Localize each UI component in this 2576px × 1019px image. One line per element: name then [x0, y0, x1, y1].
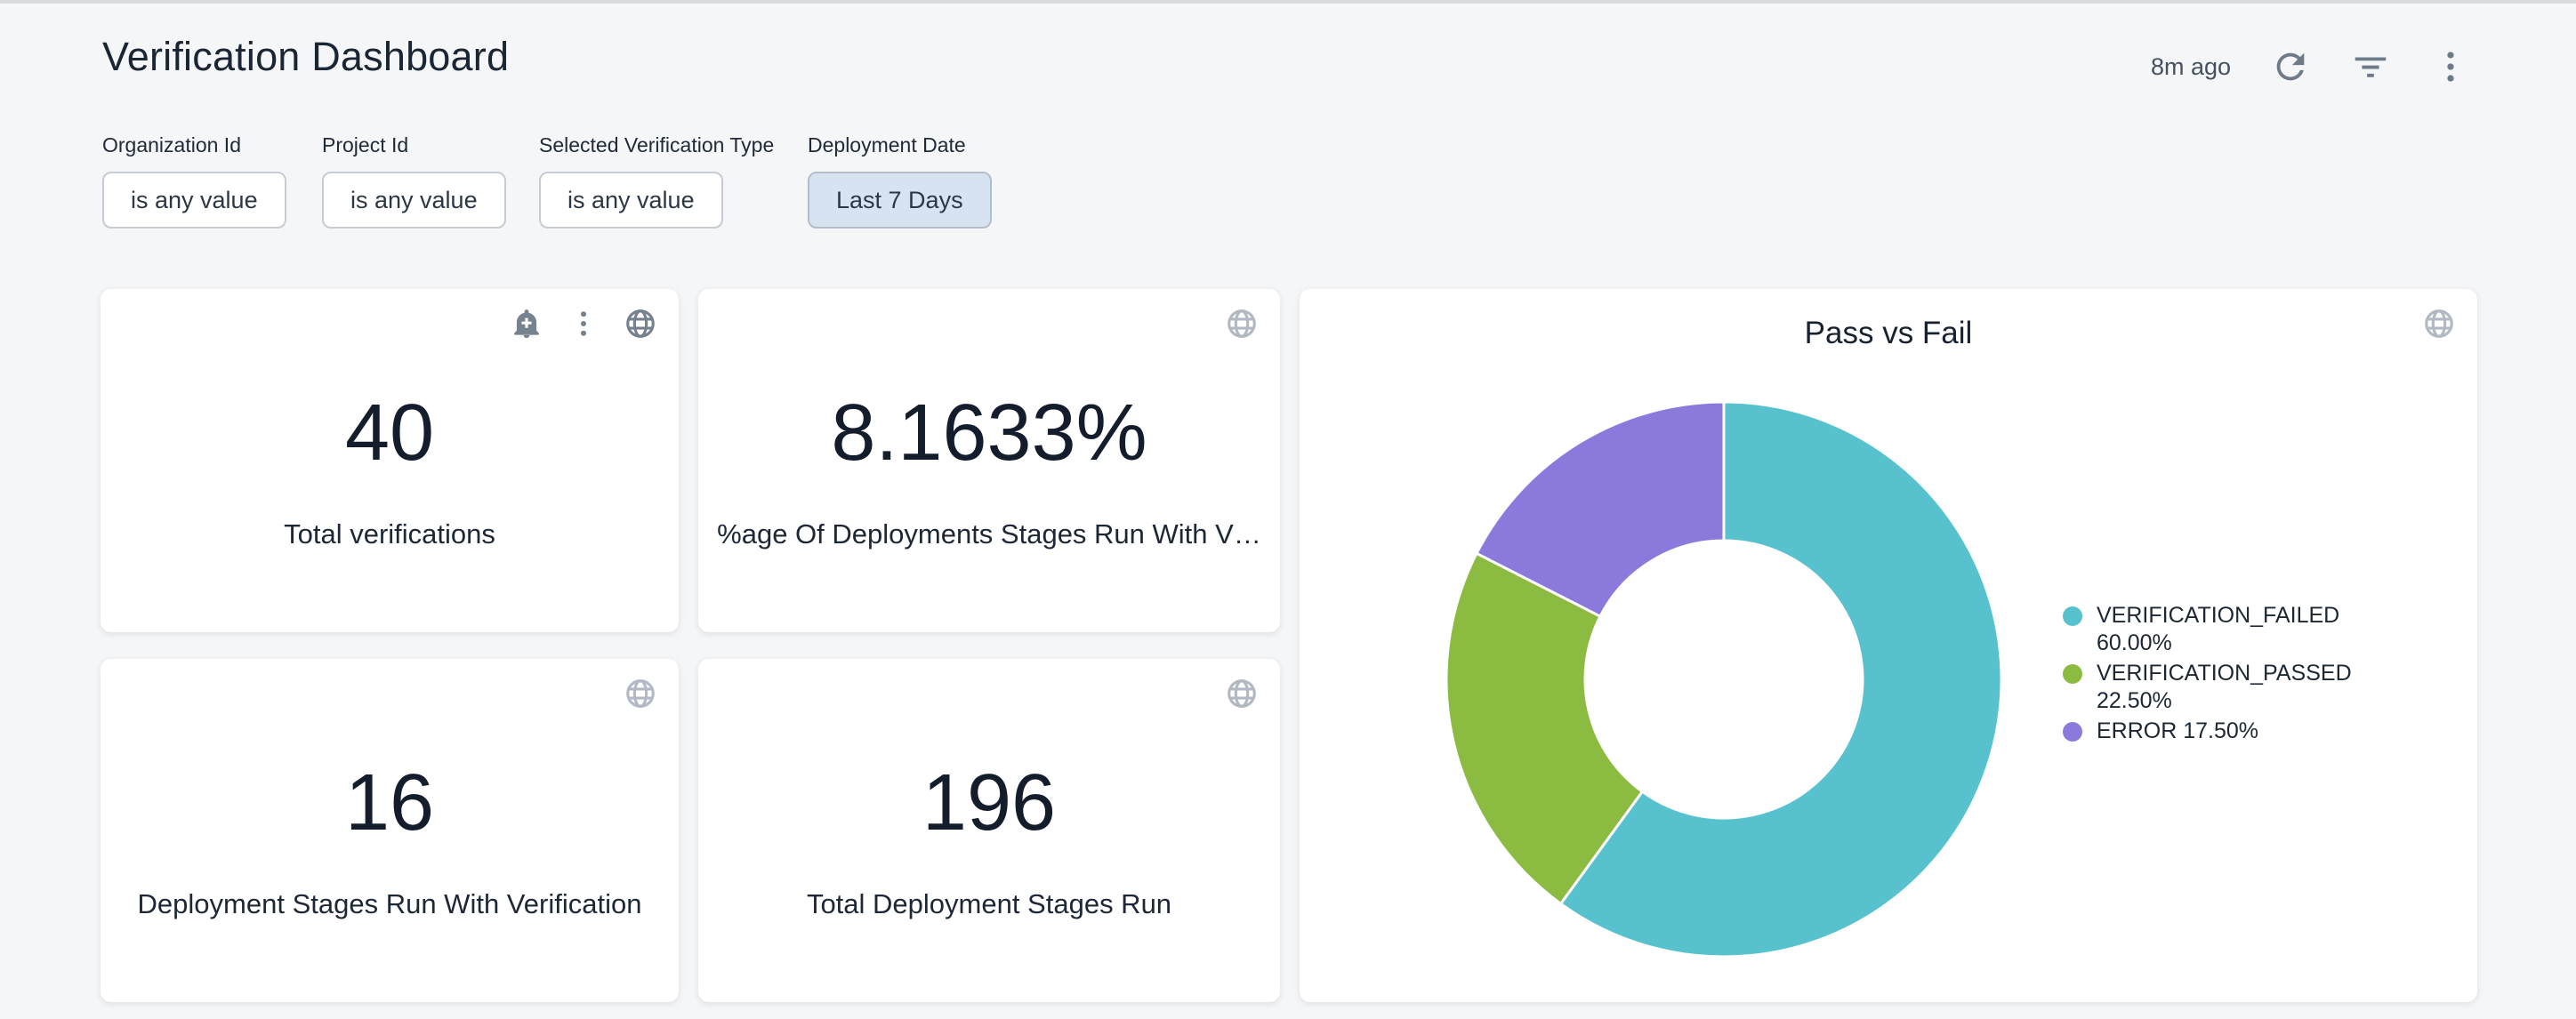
filter-label: Organization Id	[102, 133, 286, 157]
legend-swatch	[2063, 664, 2082, 684]
header-actions: 8m ago	[2151, 46, 2471, 87]
legend-percent: 17.50%	[2183, 718, 2258, 743]
last-refresh-timestamp: 8m ago	[2151, 53, 2231, 81]
top-divider	[0, 0, 2576, 4]
globe-icon[interactable]	[624, 677, 657, 710]
tile-actions	[510, 307, 657, 341]
tile-pct-stages-with-verification[interactable]: 8.1633% %age Of Deployments Stages Run W…	[698, 289, 1280, 632]
legend-item-verification-passed[interactable]: VERIFICATION_PASSED 22.50%	[2063, 660, 2356, 715]
filter-value-button[interactable]: is any value	[322, 172, 506, 229]
filter-value-button[interactable]: is any value	[102, 172, 286, 229]
tile-actions	[1225, 677, 1259, 710]
globe-icon[interactable]	[624, 307, 657, 341]
tile-total-verifications[interactable]: 40 Total verifications	[101, 289, 679, 632]
kpi-label: Deployment Stages Run With Verification	[138, 887, 642, 920]
legend-item-error[interactable]: ERROR 17.50%	[2063, 718, 2356, 745]
refresh-icon[interactable]	[2270, 46, 2311, 87]
globe-icon[interactable]	[2422, 307, 2456, 341]
kpi-label: %age Of Deployments Stages Run With V…	[717, 518, 1261, 550]
kpi-value: 196	[922, 763, 1056, 843]
kpi-value: 16	[345, 763, 434, 843]
tile-actions	[1225, 307, 1259, 341]
legend-swatch	[2063, 606, 2082, 626]
donut-chart[interactable]	[1444, 399, 2004, 959]
dashboard-more-menu-icon[interactable]	[2430, 46, 2471, 87]
kpi-value: 8.1633%	[831, 393, 1147, 473]
legend-label: ERROR	[2097, 718, 2177, 743]
legend-percent: 60.00%	[2097, 630, 2172, 655]
filter-label: Project Id	[322, 133, 506, 157]
tile-more-menu-icon[interactable]	[567, 307, 600, 341]
chart-legend: VERIFICATION_FAILED 60.00% VERIFICATION_…	[2063, 602, 2356, 748]
legend-label: VERIFICATION_PASSED	[2097, 661, 2352, 686]
tile-actions	[2422, 307, 2456, 341]
legend-item-verification-failed[interactable]: VERIFICATION_FAILED 60.00%	[2063, 602, 2356, 657]
kpi-value: 40	[345, 393, 434, 473]
kpi-label: Total Deployment Stages Run	[807, 887, 1171, 920]
filter-deployment-date: Deployment Date Last 7 Days	[808, 133, 992, 229]
tile-actions	[624, 677, 657, 710]
tile-stages-run-with-verification[interactable]: 16 Deployment Stages Run With Verificati…	[101, 659, 679, 1002]
filter-value-button[interactable]: is any value	[539, 172, 723, 229]
filter-value-button[interactable]: Last 7 Days	[808, 172, 992, 229]
filter-label: Deployment Date	[808, 133, 992, 157]
tile-pass-vs-fail-chart[interactable]: Pass vs Fail VERIFICATION_FAILED 60.00% …	[1300, 289, 2477, 1002]
dashboard-screen: Verification Dashboard 8m ago Organizati…	[0, 0, 2576, 1019]
filter-project-id: Project Id is any value	[322, 133, 506, 229]
alert-bell-add-icon[interactable]	[510, 307, 543, 341]
legend-percent: 22.50%	[2097, 688, 2172, 713]
filter-icon[interactable]	[2350, 46, 2391, 87]
tile-total-deployment-stages-run[interactable]: 196 Total Deployment Stages Run	[698, 659, 1280, 1002]
globe-icon[interactable]	[1225, 307, 1259, 341]
legend-swatch	[2063, 722, 2082, 742]
filter-organization-id: Organization Id is any value	[102, 133, 286, 229]
page-title: Verification Dashboard	[102, 34, 509, 80]
filter-label: Selected Verification Type	[539, 133, 774, 157]
kpi-label: Total verifications	[284, 518, 495, 550]
filter-selected-verification-type: Selected Verification Type is any value	[539, 133, 774, 229]
legend-label: VERIFICATION_FAILED	[2097, 603, 2339, 628]
chart-title: Pass vs Fail	[1300, 316, 2477, 351]
globe-icon[interactable]	[1225, 677, 1259, 710]
